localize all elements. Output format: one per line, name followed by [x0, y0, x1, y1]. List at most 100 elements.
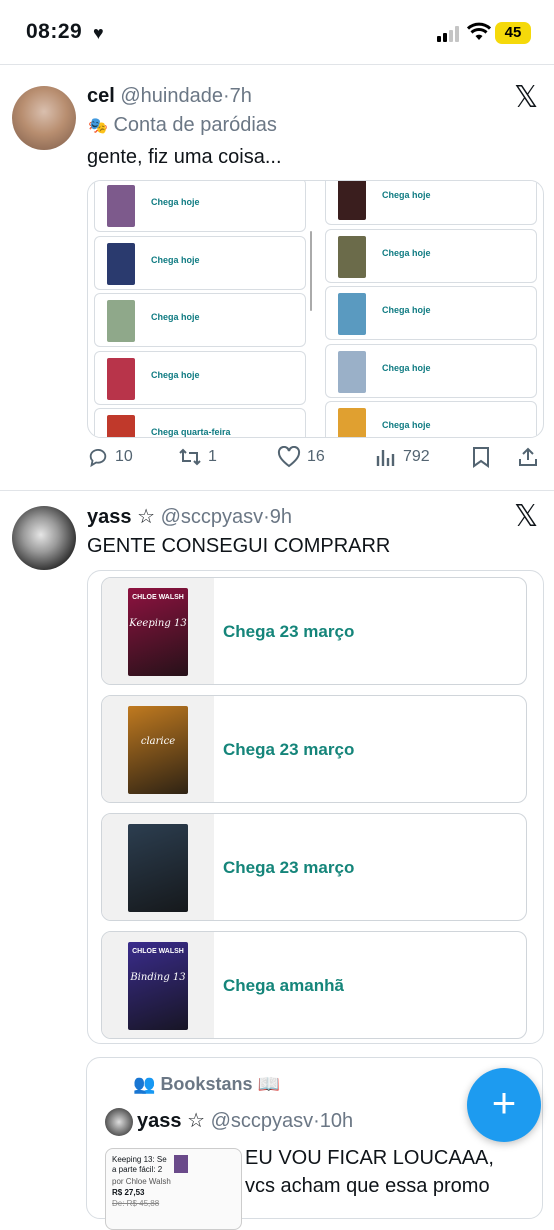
- heart-icon: ♥: [93, 23, 104, 43]
- repost-button[interactable]: 1: [178, 446, 217, 468]
- share-icon: [519, 447, 537, 466]
- battery-indicator: 45: [495, 22, 531, 44]
- book-cover: [107, 242, 135, 285]
- post-age[interactable]: 7h: [230, 85, 252, 107]
- order-card[interactable]: CHLOE WALSH Binding 13 Chega amanhã: [101, 931, 527, 1039]
- clock: 08:29: [26, 20, 83, 43]
- delivery-label: Chega hoje: [151, 369, 200, 380]
- cover-area: [102, 814, 214, 920]
- order-card: Chega hoje: [94, 293, 306, 347]
- signal-icon: [437, 26, 459, 42]
- book-cover: [107, 357, 135, 400]
- delivery-label: Chega hoje: [151, 197, 200, 207]
- thumb-price: R$ 27,53: [112, 1188, 145, 1197]
- reply-count: 10: [115, 448, 133, 465]
- thumb-old-price: De: R$ 45,88: [112, 1199, 160, 1208]
- book-cover: [338, 293, 366, 335]
- views-count: 792: [403, 448, 430, 465]
- star-icon: ☆: [137, 506, 155, 528]
- parody-label: Conta de paródias: [113, 114, 277, 136]
- post-age[interactable]: 9h: [270, 506, 292, 528]
- book-cover: [338, 235, 366, 278]
- display-name[interactable]: cel: [87, 85, 115, 107]
- delivery-label: Chega hoje: [382, 362, 431, 373]
- order-card: Chega hoje: [94, 350, 306, 405]
- delivery-label: Chega hoje: [382, 247, 431, 258]
- order-card[interactable]: Chega 23 março: [101, 813, 527, 921]
- delivery-label: Chega hoje: [151, 254, 200, 265]
- like-count: 16: [307, 448, 325, 465]
- book-cover: [338, 408, 366, 437]
- order-card[interactable]: CHLOE WALSH Keeping 13 Chega 23 março: [101, 577, 527, 685]
- cover-title: clarice: [140, 736, 176, 747]
- handle[interactable]: @sccpyasv: [161, 506, 264, 528]
- book-cover: [338, 350, 366, 393]
- thumb-title: Keeping 13: Se a parte fácil: 2: [112, 1155, 167, 1174]
- book-cover: CHLOE WALSH Binding 13: [128, 942, 188, 1030]
- quoted-name[interactable]: yass: [137, 1110, 182, 1132]
- heart-outline-icon: [277, 446, 301, 468]
- delivery-label: Chega hoje: [382, 305, 431, 315]
- delivery-label: Chega amanhã: [223, 976, 344, 995]
- book-cover: [107, 185, 135, 227]
- delivery-label: Chega hoje: [382, 190, 431, 200]
- x-logo-icon[interactable]: 𝕏: [514, 80, 538, 115]
- quoted-avatar[interactable]: [105, 1108, 133, 1136]
- order-card[interactable]: clarice Chega 23 março: [101, 695, 527, 803]
- display-name[interactable]: yass: [87, 506, 132, 528]
- plus-icon: +: [491, 1079, 517, 1126]
- delivery-label: Chega 23 março: [223, 740, 355, 759]
- book-cover: CHLOE WALSH Keeping 13: [128, 588, 188, 676]
- post-text: gente, fiz uma coisa...: [87, 146, 282, 168]
- quoted-handle[interactable]: @sccpyasv: [211, 1110, 314, 1132]
- reply-icon: [89, 448, 107, 468]
- repost-count: 1: [208, 448, 217, 465]
- avatar[interactable]: [12, 86, 76, 150]
- separator-dot: ·: [263, 506, 270, 528]
- share-button[interactable]: [517, 446, 539, 468]
- book-cover: [338, 181, 366, 220]
- wifi-icon: [467, 22, 491, 40]
- delivery-label: Chega hoje: [151, 312, 200, 322]
- order-card: Chega hoje: [325, 343, 537, 398]
- order-card: Chega hoje: [325, 181, 537, 225]
- delivery-label: Chega hoje: [382, 420, 431, 430]
- x-logo-icon[interactable]: 𝕏: [514, 499, 538, 534]
- cover-area: clarice: [102, 696, 214, 802]
- quoted-age[interactable]: 10h: [320, 1110, 353, 1132]
- community-label[interactable]: 👥 Bookstans 📖: [133, 1074, 280, 1095]
- post-header: yass ☆ @sccpyasv·9h: [87, 504, 292, 529]
- quoted-thumbnail[interactable]: Keeping 13: Se a parte fácil: 2 por Chlo…: [105, 1148, 242, 1230]
- handle[interactable]: @huindade: [120, 85, 223, 107]
- quoted-line-2: vcs acham que essa promo: [245, 1175, 490, 1197]
- repost-icon: [179, 448, 201, 466]
- cover-author: CHLOE WALSH: [132, 948, 184, 955]
- bookmark-icon: [473, 447, 489, 468]
- thumb-cover: [174, 1155, 188, 1173]
- quoted-line-1: EU VOU FICAR LOUCAAA,: [245, 1147, 494, 1169]
- scrollbar: [310, 231, 312, 311]
- cover-title: Binding 13: [130, 972, 186, 983]
- order-card: Chega hoje: [94, 181, 306, 232]
- cover-area: CHLOE WALSH Keeping 13: [102, 578, 214, 684]
- book-cover: [107, 415, 135, 437]
- post-divider: [0, 490, 554, 491]
- views-button[interactable]: 792: [375, 446, 430, 468]
- separator-dot: ·: [313, 1110, 320, 1132]
- parody-badge: 🎭 Conta de paródias: [88, 114, 277, 137]
- bookmark-button[interactable]: [471, 446, 491, 468]
- avatar[interactable]: [12, 506, 76, 570]
- reply-button[interactable]: 10: [87, 446, 133, 468]
- cover-area: CHLOE WALSH Binding 13: [102, 932, 214, 1038]
- views-icon: [376, 450, 395, 466]
- quoted-text: EU VOU FICAR LOUCAAA, vcs acham que essa…: [245, 1144, 494, 1200]
- book-cover: [107, 300, 135, 342]
- cover-title: Keeping 13: [129, 618, 187, 629]
- like-button[interactable]: 16: [277, 446, 325, 468]
- delivery-label: Chega 23 março: [223, 858, 355, 877]
- community-icon: 👥: [133, 1074, 156, 1094]
- compose-button[interactable]: +: [467, 1068, 541, 1142]
- top-divider: [0, 64, 554, 65]
- post-image[interactable]: Chega hoje Chega hoje Chega hoje Chega hoje…: [87, 180, 544, 438]
- quoted-header: yass ☆ @sccpyasv·10h: [137, 1108, 353, 1133]
